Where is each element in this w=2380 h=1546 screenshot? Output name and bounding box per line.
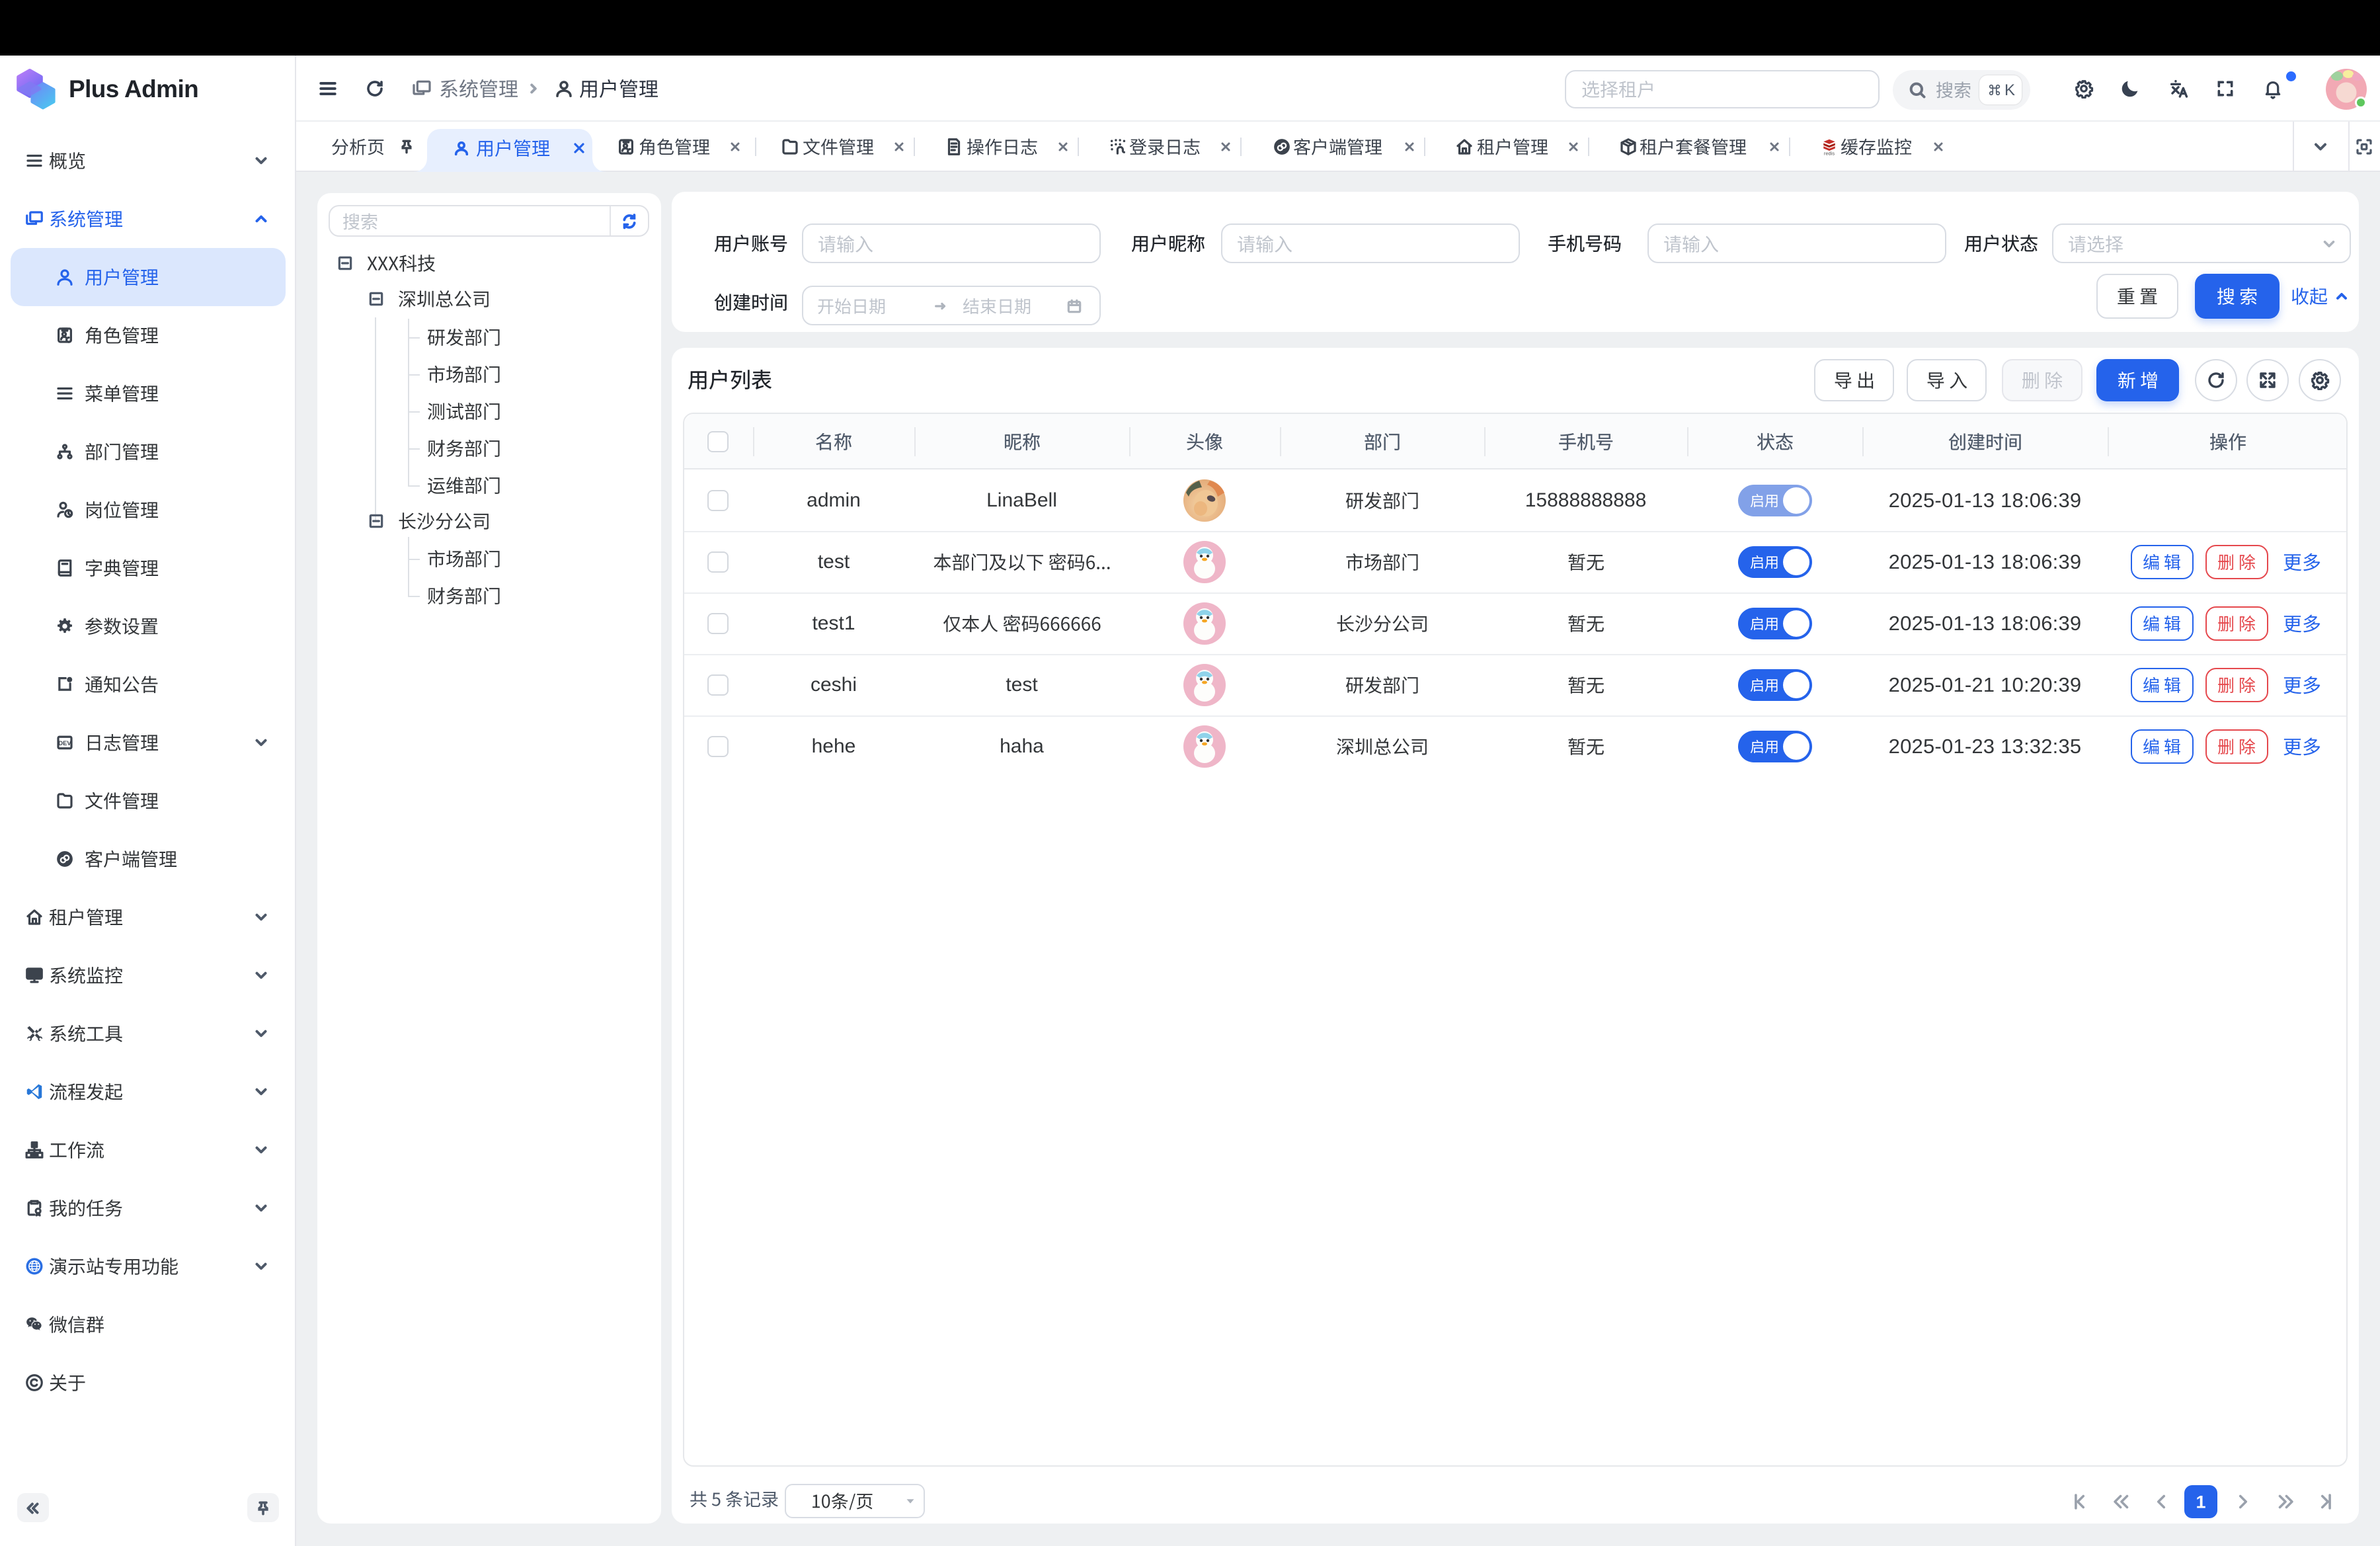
svg-text:DEV: DEV xyxy=(58,740,71,747)
svg-text:redis: redis xyxy=(1824,151,1835,157)
